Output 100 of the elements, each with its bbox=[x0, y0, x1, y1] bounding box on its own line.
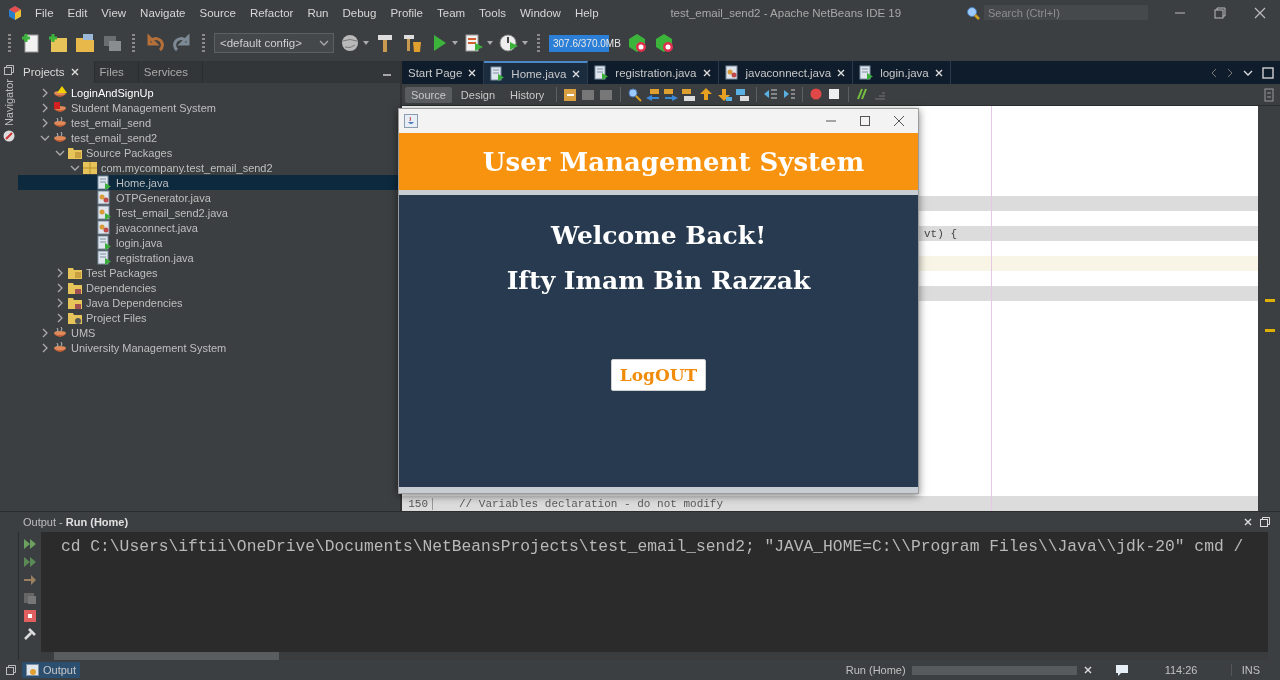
tree-item[interactable]: Home.java bbox=[18, 175, 400, 190]
chevron-left-icon[interactable] bbox=[1210, 66, 1218, 79]
tree-item[interactable]: Dependencies bbox=[18, 280, 400, 295]
tree-item[interactable]: javaconnect.java bbox=[18, 220, 400, 235]
menu-item[interactable]: Refactor bbox=[242, 6, 301, 19]
forward-arrow-icon[interactable] bbox=[23, 573, 37, 587]
menu-item[interactable]: Run bbox=[300, 6, 336, 19]
caret-icon[interactable] bbox=[363, 40, 369, 46]
previous-bookmark-icon[interactable] bbox=[699, 87, 715, 102]
tree-item[interactable]: Project Files bbox=[18, 310, 400, 325]
menu-item[interactable]: Edit bbox=[60, 6, 95, 19]
menu-item[interactable]: Window bbox=[512, 6, 568, 19]
warning-marker bbox=[1265, 299, 1275, 302]
config-dropdown[interactable]: <default config> bbox=[214, 33, 334, 53]
view-tab[interactable]: Source bbox=[405, 86, 452, 103]
garbage-collect-icon[interactable] bbox=[626, 32, 648, 54]
find-next-icon[interactable] bbox=[663, 87, 679, 102]
close-icon[interactable] bbox=[571, 68, 582, 79]
window-title: test_email_send2 - Apache NetBeans IDE 19 bbox=[669, 6, 903, 19]
notification-icon[interactable] bbox=[1114, 664, 1129, 676]
file-icon bbox=[490, 65, 507, 82]
split-icon[interactable] bbox=[1264, 87, 1274, 102]
hammer-broom-icon[interactable] bbox=[401, 32, 423, 54]
task-label: Run (Home) bbox=[845, 664, 906, 676]
close-icon[interactable] bbox=[894, 116, 904, 126]
tree-item[interactable]: UMS bbox=[18, 325, 400, 340]
shift-right-icon[interactable] bbox=[781, 87, 797, 102]
line-number: 150 bbox=[402, 497, 433, 510]
restore-icon[interactable] bbox=[4, 65, 14, 75]
chevron-right-icon[interactable] bbox=[1226, 66, 1234, 79]
caret-icon[interactable] bbox=[522, 40, 528, 46]
caret-icon[interactable] bbox=[452, 40, 458, 46]
menu-item[interactable]: Team bbox=[430, 6, 473, 19]
menu-item[interactable]: Tools bbox=[472, 6, 513, 19]
panel-tab[interactable]: Files bbox=[94, 61, 139, 83]
next-bookmark-icon[interactable] bbox=[717, 87, 733, 102]
new-file-icon[interactable] bbox=[20, 32, 42, 54]
menu-item[interactable]: Help bbox=[567, 6, 606, 19]
rerun-with-options-icon[interactable] bbox=[23, 555, 37, 569]
code-comment: // Variables declaration - do not modify bbox=[458, 497, 724, 510]
close-icon[interactable] bbox=[836, 67, 847, 78]
tree-item[interactable]: login.java bbox=[18, 235, 400, 250]
tree-item[interactable]: OTPGenerator.java bbox=[18, 190, 400, 205]
shift-left-icon[interactable] bbox=[763, 87, 779, 102]
navigator-tab[interactable]: Navigator bbox=[3, 79, 15, 127]
menu-item[interactable]: File bbox=[28, 6, 61, 19]
globe-icon[interactable] bbox=[339, 32, 361, 54]
menu-item[interactable]: Profile bbox=[383, 6, 430, 19]
tree-item[interactable]: Test_email_send2.java bbox=[18, 205, 400, 220]
toggle-bookmark-icon[interactable] bbox=[735, 87, 751, 102]
restore-icon[interactable] bbox=[1214, 6, 1226, 19]
output-tab[interactable]: Output bbox=[22, 662, 81, 678]
scrollbar-thumb[interactable] bbox=[54, 652, 279, 660]
wrench-icon[interactable] bbox=[23, 627, 37, 641]
tree-item[interactable]: Test Packages bbox=[18, 265, 400, 280]
highlight-icon[interactable] bbox=[681, 87, 697, 102]
panel-tab[interactable]: Services bbox=[138, 61, 203, 83]
close-icon[interactable] bbox=[1254, 6, 1266, 19]
tree-item[interactable]: test_email_send2 bbox=[18, 130, 400, 145]
new-project-icon[interactable] bbox=[47, 32, 69, 54]
menu-item[interactable]: View bbox=[94, 6, 134, 19]
panel-tab[interactable]: Projects bbox=[18, 61, 95, 83]
cancel-icon[interactable] bbox=[1082, 665, 1093, 675]
tree-item[interactable]: Java Dependencies bbox=[18, 295, 400, 310]
debug-icon[interactable] bbox=[463, 32, 485, 54]
view-tab[interactable]: Design bbox=[454, 86, 502, 103]
tree-item[interactable]: Source Packages bbox=[18, 145, 400, 160]
file-icon bbox=[594, 64, 611, 81]
find-previous-icon[interactable] bbox=[645, 87, 661, 102]
rerun-icon[interactable] bbox=[23, 537, 37, 551]
restore-icon[interactable] bbox=[6, 665, 16, 675]
open-project-icon[interactable] bbox=[74, 32, 96, 54]
profile-icon[interactable] bbox=[498, 32, 520, 54]
restore-icon[interactable] bbox=[1260, 517, 1270, 527]
stop-icon[interactable] bbox=[23, 609, 37, 623]
tree-item[interactable]: com.mycompany.test_email_send2 bbox=[18, 160, 400, 175]
tree-item[interactable]: University Management System bbox=[18, 340, 400, 355]
menu-item[interactable]: Debug bbox=[335, 6, 384, 19]
close-icon[interactable] bbox=[933, 67, 944, 78]
tree-item[interactable]: LoginAndSignUp bbox=[18, 85, 400, 100]
find-icon[interactable] bbox=[627, 87, 643, 102]
tree-item[interactable]: registration.java bbox=[18, 250, 400, 265]
tree-item[interactable]: Student Management System bbox=[18, 100, 400, 115]
menu-item[interactable]: Source bbox=[192, 6, 243, 19]
file-icon bbox=[97, 219, 113, 236]
last-edit-icon[interactable] bbox=[563, 87, 579, 102]
search-icon[interactable] bbox=[966, 5, 982, 20]
compass-icon[interactable] bbox=[3, 130, 15, 143]
maximize-icon[interactable] bbox=[860, 116, 870, 126]
menu-item[interactable]: Navigate bbox=[133, 6, 193, 19]
tree-item[interactable]: test_email_send bbox=[18, 115, 400, 130]
profile-gc-icon[interactable] bbox=[653, 32, 675, 54]
editor-tab[interactable]: Home.java bbox=[484, 61, 589, 84]
redo-icon[interactable] bbox=[171, 32, 193, 54]
file-icon bbox=[97, 189, 113, 206]
caret-icon[interactable] bbox=[487, 40, 493, 46]
view-tab[interactable]: History bbox=[504, 86, 551, 103]
warning-marker bbox=[1265, 329, 1275, 332]
caret-position: 114:26 bbox=[1164, 664, 1199, 676]
insert-mode: INS bbox=[1230, 664, 1280, 676]
